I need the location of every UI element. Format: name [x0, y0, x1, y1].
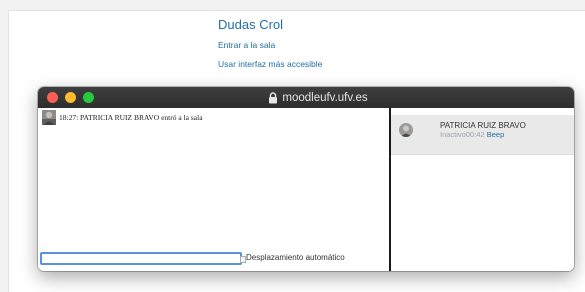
minimize-window-button[interactable]	[65, 92, 76, 103]
maximize-window-button[interactable]	[83, 92, 94, 103]
accessible-interface-link[interactable]: Usar interfaz más accesible	[218, 59, 322, 69]
window-url-bar: moodleufv.ufv.es	[238, 90, 398, 105]
close-window-button[interactable]	[47, 92, 58, 103]
user-status: Inactivo00:42	[440, 130, 485, 139]
enter-room-link[interactable]: Entrar a la sala	[218, 40, 275, 50]
window-domain: moodleufv.ufv.es	[282, 91, 368, 104]
message-input[interactable]	[40, 252, 242, 265]
lock-icon	[268, 91, 278, 104]
autoscroll-label: Desplazamiento automático	[246, 253, 345, 262]
chat-popup-window: moodleufv.ufv.es 18:27: PATRICIA RUIZ BR…	[38, 87, 574, 271]
chat-message: 18:27: PATRICIA RUIZ BRAVO entró a la sa…	[59, 113, 203, 122]
user-list-item: PATRICIA RUIZ BRAVO Inactivo00:42 Beep	[391, 116, 574, 155]
users-pane-header	[391, 108, 574, 116]
user-avatar	[399, 123, 413, 137]
users-pane: PATRICIA RUIZ BRAVO Inactivo00:42 Beep	[391, 108, 574, 271]
window-titlebar[interactable]: moodleufv.ufv.es	[38, 87, 574, 108]
chat-messages-pane: 18:27: PATRICIA RUIZ BRAVO entró a la sa…	[38, 108, 389, 271]
page-title: Dudas Crol	[218, 17, 284, 32]
user-status-line: Inactivo00:42 Beep	[440, 130, 504, 139]
user-name: PATRICIA RUIZ BRAVO	[440, 121, 526, 130]
beep-link[interactable]: Beep	[487, 130, 505, 139]
message-avatar	[42, 110, 56, 125]
